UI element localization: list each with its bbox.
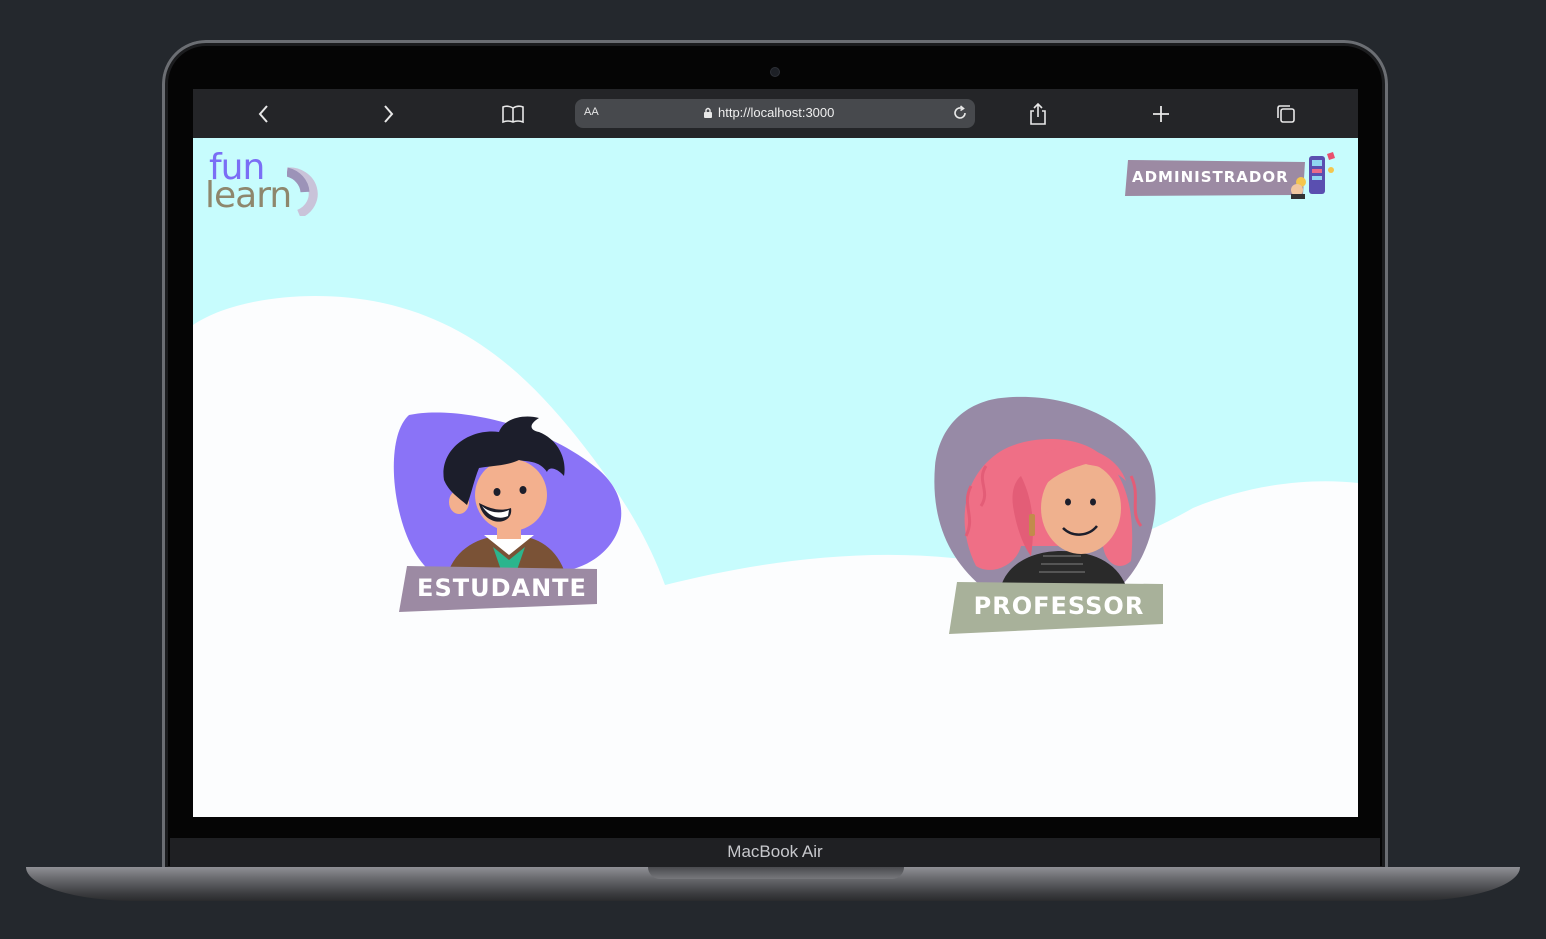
back-icon[interactable] [251, 101, 277, 127]
laptop-notch [648, 867, 904, 879]
admin-button[interactable]: ADMINISTRADOR [1125, 152, 1341, 206]
teacher-role-button[interactable]: PROFESSOR [931, 396, 1166, 636]
admin-illustration-icon [1291, 152, 1335, 199]
text-size-button[interactable]: AA [584, 106, 599, 118]
url-display[interactable]: http://localhost:3000 [703, 105, 834, 120]
share-icon[interactable] [1025, 101, 1051, 127]
screen: AA http://localhost:3000 fun learn ADMIN… [193, 89, 1358, 817]
browser-toolbar: AA http://localhost:3000 [193, 89, 1358, 138]
forward-icon[interactable] [375, 101, 401, 127]
reload-icon[interactable] [951, 104, 969, 122]
student-role-label: ESTUDANTE [417, 574, 587, 602]
camera-icon [771, 68, 779, 76]
teacher-role-label: PROFESSOR [973, 592, 1145, 620]
bookmarks-icon[interactable] [500, 101, 526, 127]
admin-label: ADMINISTRADOR [1132, 168, 1289, 186]
url-text: http://localhost:3000 [718, 105, 835, 120]
new-tab-icon[interactable] [1148, 101, 1174, 127]
lock-icon [704, 107, 712, 118]
funlearn-logo[interactable]: fun learn [205, 150, 325, 220]
logo-arc-icon [287, 167, 318, 216]
student-role-button[interactable]: ESTUDANTE [389, 410, 639, 620]
landscape-background [193, 138, 1358, 817]
tabs-icon[interactable] [1273, 101, 1299, 127]
logo-learn-text: learn [205, 175, 292, 216]
address-bar[interactable]: AA http://localhost:3000 [575, 99, 975, 128]
web-page: fun learn ADMINISTRADOR ESTUDANTE PROFES… [193, 138, 1358, 817]
device-brand: MacBook Air [727, 842, 823, 861]
teacher-avatar [934, 396, 1156, 586]
